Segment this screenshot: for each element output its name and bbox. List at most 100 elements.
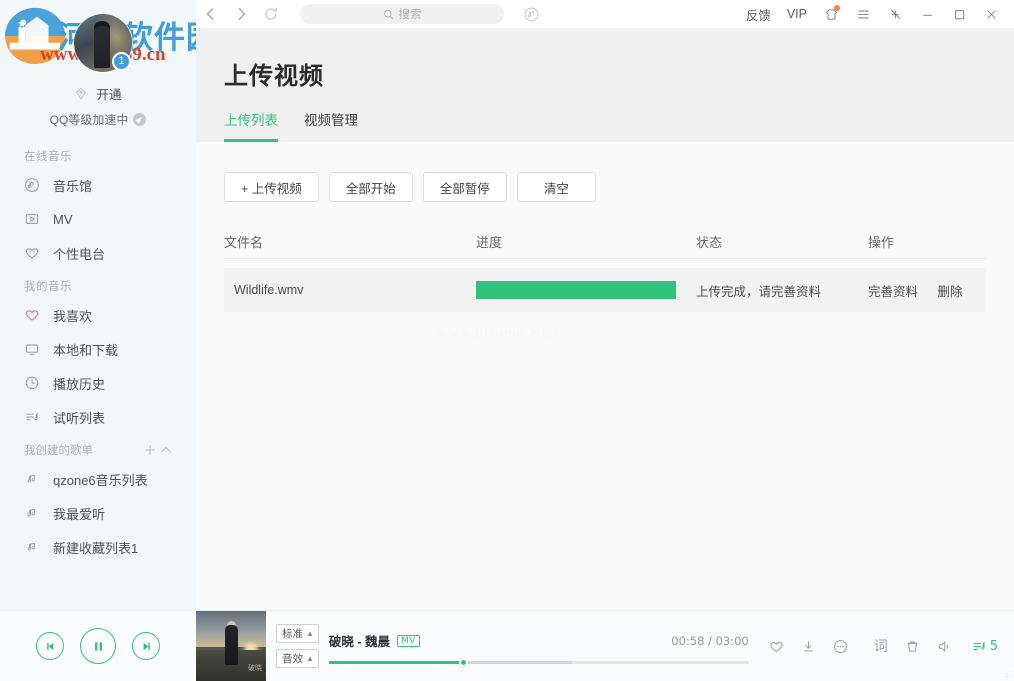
album-art[interactable]: 破晓 <box>196 611 266 681</box>
playlist-queue-icon <box>971 638 988 655</box>
mv-badge[interactable]: MV <box>397 635 420 647</box>
page-watermark: www.pHome.NET <box>436 325 561 342</box>
forward-button[interactable] <box>226 0 256 28</box>
column-header-status: 状态 <box>696 232 868 251</box>
cell-filename: Wildlife.wmv <box>224 283 476 297</box>
feedback-button[interactable]: 反馈 <box>739 5 778 24</box>
monitor-icon <box>24 341 40 357</box>
top-toolbar: 搜索 反馈 VIP <box>196 0 1014 28</box>
clear-all-button[interactable]: 清空 <box>517 172 596 202</box>
menu-button[interactable] <box>848 0 878 28</box>
mini-mode-icon <box>887 6 904 23</box>
mv-icon <box>24 211 40 227</box>
sidebar-item-label: 我喜欢 <box>53 306 92 325</box>
cell-status: 上传完成，请完善资料 <box>696 281 868 300</box>
seek-bar[interactable] <box>329 661 749 664</box>
column-header-action: 操作 <box>868 232 986 251</box>
sidebar-item-music-hall[interactable]: 音乐馆 <box>0 168 196 202</box>
sidebar-item-label: 音乐馆 <box>53 176 92 195</box>
refresh-button[interactable] <box>256 0 286 28</box>
delete-link[interactable]: 删除 <box>938 285 963 299</box>
playback-controls <box>0 628 196 664</box>
page-title: 上传视频 <box>224 28 1014 91</box>
song-title: 破晓 - 魏晨 <box>329 631 390 650</box>
previous-track-button[interactable] <box>36 632 64 660</box>
next-track-button[interactable] <box>132 632 160 660</box>
chevron-right-icon <box>233 6 249 22</box>
resize-grip[interactable] <box>1003 670 1011 678</box>
plus-icon[interactable] <box>142 442 158 458</box>
minimize-button[interactable] <box>912 0 942 28</box>
sidebar-item-playlist-new-collection-1[interactable]: 新建收藏列表1 <box>0 530 196 564</box>
main-content: 上传视频 上传列表 视频管理 + 上传视频 全部开始 全部暂停 清空 文件名 进… <box>196 28 1014 610</box>
time-display: 00:58 / 03:00 <box>671 634 748 648</box>
nav-group-head-playlists: 我创建的歌单 <box>0 442 196 458</box>
vip-button[interactable]: VIP <box>780 7 814 21</box>
table-row[interactable]: Wildlife.wmv 上传完成，请完善资料 完善资料 删除 <box>224 268 986 312</box>
sound-effects-selector[interactable]: 音效 ▲ <box>276 649 319 668</box>
sidebar-item-label: MV <box>53 212 73 227</box>
track-info: 破晓 - 魏晨 MV 00:58 / 03:00 <box>329 629 765 664</box>
more-options-button[interactable] <box>829 634 853 658</box>
playlist-icon <box>24 409 40 425</box>
sidebar-item-playlist-favorite-songs[interactable]: 我最爱听 <box>0 496 196 530</box>
nav-group-title-online: 在线音乐 <box>24 148 196 164</box>
maximize-icon <box>951 6 968 23</box>
sidebar-item-local-download[interactable]: 本地和下载 <box>0 332 196 366</box>
sidebar-item-label: qzone6音乐列表 <box>53 470 148 489</box>
sidebar-item-label: 个性电台 <box>53 244 105 263</box>
tab-video-management[interactable]: 视频管理 <box>304 109 358 142</box>
now-playing: 标准 ▲ 音效 ▲ 破晓 - 魏晨 MV 00:58 / 03:00 <box>266 611 765 681</box>
tab-upload-list[interactable]: 上传列表 <box>224 109 278 142</box>
quality-selector[interactable]: 标准 ▲ <box>276 624 319 643</box>
sidebar-item-radio[interactable]: 个性电台 <box>0 236 196 270</box>
close-icon <box>983 6 1000 23</box>
minimize-icon <box>919 6 936 23</box>
sidebar-item-play-history[interactable]: 播放历史 <box>0 366 196 400</box>
upload-video-button[interactable]: + 上传视频 <box>224 172 319 202</box>
pause-all-button[interactable]: 全部暂停 <box>423 172 507 202</box>
cell-progress <box>476 281 696 299</box>
maximize-button[interactable] <box>944 0 974 28</box>
qq-level-label: QQ等级加速中 <box>50 111 129 128</box>
sidebar-item-label: 新建收藏列表1 <box>53 538 138 557</box>
search-icon <box>383 9 394 20</box>
sidebar-item-mv[interactable]: MV <box>0 202 196 236</box>
listen-history-button[interactable] <box>516 0 546 28</box>
delete-button[interactable] <box>901 634 925 658</box>
chevron-up-icon[interactable] <box>158 442 174 458</box>
qq-level-row[interactable]: QQ等级加速中 <box>0 111 196 128</box>
pause-icon <box>91 639 106 654</box>
upload-table: 文件名 进度 状态 操作 Wildlife.wmv 上传完成，请完善资料 完善资… <box>196 202 1014 312</box>
play-pause-button[interactable] <box>80 628 116 664</box>
back-button[interactable] <box>196 0 226 28</box>
column-header-progress: 进度 <box>476 232 696 251</box>
search-input[interactable]: 搜索 <box>300 4 504 24</box>
chevron-left-icon <box>203 6 219 22</box>
sidebar-item-favorites[interactable]: 我喜欢 <box>0 298 196 332</box>
start-all-button[interactable]: 全部开始 <box>329 172 413 202</box>
delete-trash-icon <box>904 638 921 655</box>
user-profile-block: 河东软件园 www.pc0359.cn 1 开通 QQ等级加速中 <box>0 0 196 140</box>
vip-open-label: 开通 <box>96 84 121 103</box>
sidebar-item-playlist-qzone6[interactable]: qzone6音乐列表 <box>0 462 196 496</box>
mini-mode-button[interactable] <box>880 0 910 28</box>
action-toolbar: + 上传视频 全部开始 全部暂停 清空 <box>196 142 1014 202</box>
vip-open-row[interactable]: 开通 <box>0 84 196 103</box>
lyrics-button[interactable]: 词 <box>869 634 893 658</box>
playlist-queue-button[interactable]: 5 <box>971 638 998 655</box>
sound-effects-label: 音效 <box>282 651 303 666</box>
skin-button[interactable] <box>816 0 846 28</box>
refresh-icon <box>263 6 279 22</box>
sidebar-item-label: 我最爱听 <box>53 504 105 523</box>
seek-handle[interactable] <box>459 658 468 667</box>
complete-info-link[interactable]: 完善资料 <box>868 285 918 299</box>
rocket-icon <box>133 113 146 126</box>
download-button[interactable] <box>797 634 821 658</box>
table-header-row: 文件名 进度 状态 操作 <box>224 224 986 259</box>
cell-actions: 完善资料 删除 <box>868 281 986 300</box>
close-button[interactable] <box>976 0 1006 28</box>
sidebar-item-trial-list[interactable]: 试听列表 <box>0 400 196 434</box>
favorite-button[interactable] <box>765 634 789 658</box>
volume-button[interactable] <box>933 634 957 658</box>
